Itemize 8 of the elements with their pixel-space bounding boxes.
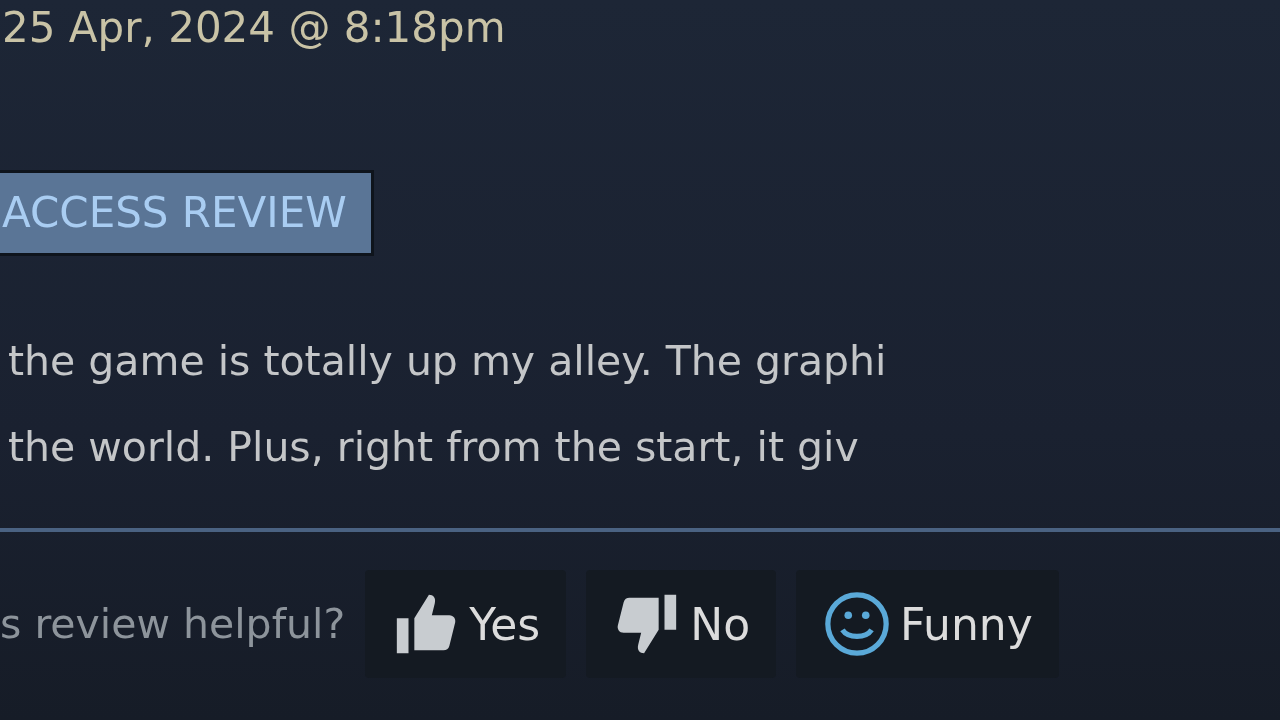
- early-access-badge: ACCESS REVIEW: [0, 170, 374, 256]
- yes-button[interactable]: Yes: [365, 570, 567, 678]
- funny-button[interactable]: Funny: [796, 570, 1059, 678]
- review-date: 25 Apr, 2024 @ 8:18pm: [1, 2, 506, 52]
- review-text-line: the world. Plus, right from the start, it giv: [7, 422, 859, 472]
- no-button[interactable]: No: [586, 570, 777, 678]
- helpful-question: s review helpful?: [0, 600, 346, 648]
- review-text-line: the game is totally up my alley. The graphi: [7, 336, 887, 386]
